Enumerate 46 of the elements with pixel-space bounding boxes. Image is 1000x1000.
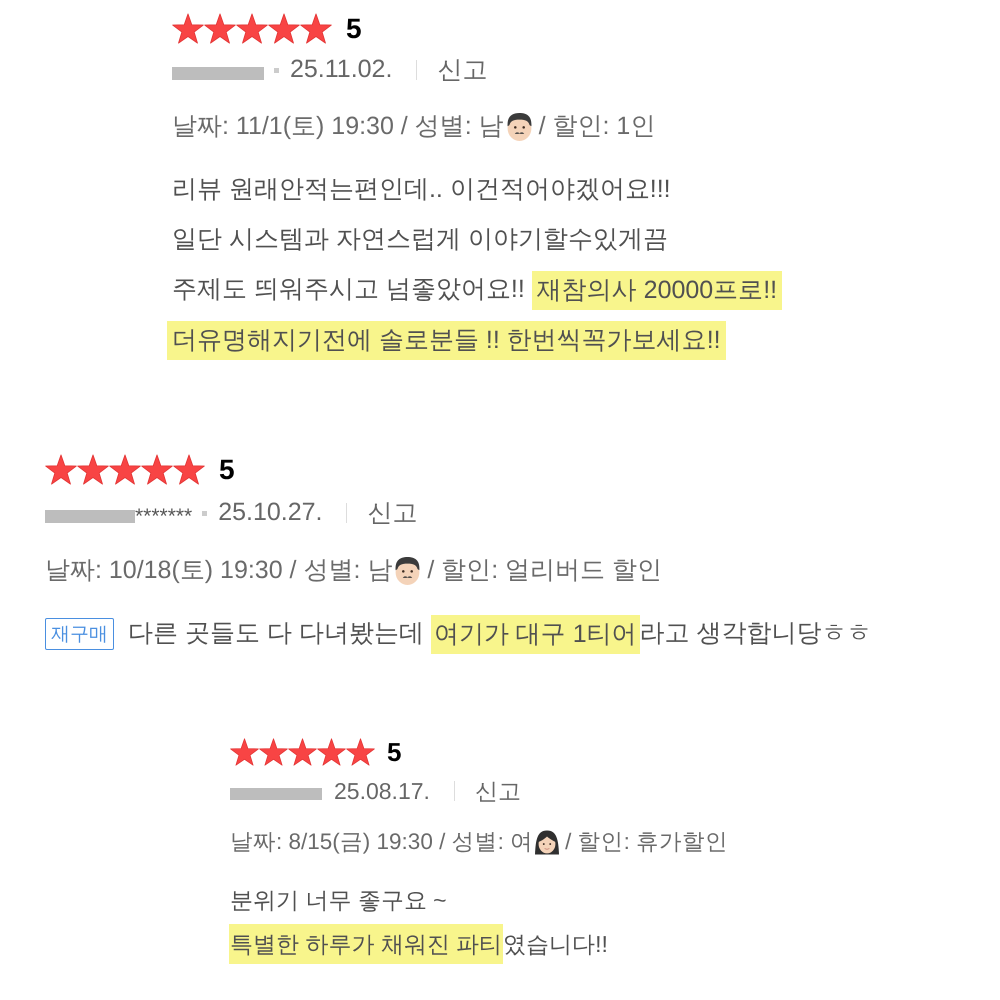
review-details: 날짜: 8/15(금) 19:30 / 성별: 여 (230, 828, 534, 856)
rating-score: 5 (219, 456, 235, 484)
report-link[interactable]: 신고 (474, 780, 521, 802)
woman-face-emoji-icon (535, 830, 560, 854)
star-icon (77, 454, 109, 485)
star-icon (300, 13, 332, 44)
star-icon (317, 738, 346, 766)
review-details: / 할인: 휴가할인 (565, 828, 728, 856)
review-details: 날짜: 11/1(토) 19:30 / 성별: 남 (172, 111, 504, 142)
star-icon (259, 738, 288, 766)
man-face-emoji-icon (394, 557, 422, 585)
review-details: / 할인: 1인 (538, 111, 656, 142)
review-date: 25.10.27. (218, 497, 322, 528)
author-name: ******* (135, 504, 192, 530)
highlighted-text: 특별한 하루가 채워진 파티 (229, 924, 504, 964)
review-text: 분위기 너무 좋구요 ~ (230, 886, 447, 915)
rating-score: 5 (387, 739, 402, 765)
star-icon (236, 13, 268, 44)
review-text: 였습니다!! (503, 930, 608, 959)
report-link[interactable]: 신고 (437, 58, 488, 82)
review-text: 다른 곳들도 다 다녀봤는데 (128, 618, 425, 650)
star-icon (288, 738, 317, 766)
star-icon (346, 738, 375, 766)
star-icon (230, 738, 259, 766)
rating-score: 5 (346, 14, 362, 42)
review-details: / 할인: 얼리버드 할인 (427, 555, 662, 586)
review-date: 25.08.17. (334, 776, 430, 806)
review-text: 라고 생각합니당ㅎㅎ (640, 618, 872, 650)
star-icon (173, 454, 205, 485)
report-link[interactable]: 신고 (367, 500, 418, 526)
review-date: 25.11.02. (290, 54, 392, 86)
highlighted-text: 여기가 대구 1티어 (430, 614, 640, 654)
star-icon (109, 454, 141, 485)
man-face-emoji-icon (506, 113, 533, 141)
review-details: 날짜: 10/18(토) 19:30 / 성별: 남 (45, 555, 392, 586)
review-text: 일단 시스템과 자연스럽게 이야기할수있게끔 (172, 224, 668, 256)
highlighted-text: 재참의사 20000프로!! (532, 270, 782, 310)
star-icon (204, 13, 236, 44)
star-icon (268, 13, 300, 44)
repurchase-tag: 재구매 (45, 618, 114, 650)
star-icon (172, 13, 204, 44)
star-icon (141, 454, 173, 485)
review-text: 리뷰 원래안적는편인데.. 이건적어야겠어요!!! (172, 174, 671, 206)
review-text: 주제도 띄워주시고 넘좋았어요!! (172, 274, 526, 306)
highlighted-text: 더유명해지기전에 솔로분들 !! 한번씩꼭가보세요!! (167, 320, 726, 360)
star-icon (45, 454, 77, 485)
